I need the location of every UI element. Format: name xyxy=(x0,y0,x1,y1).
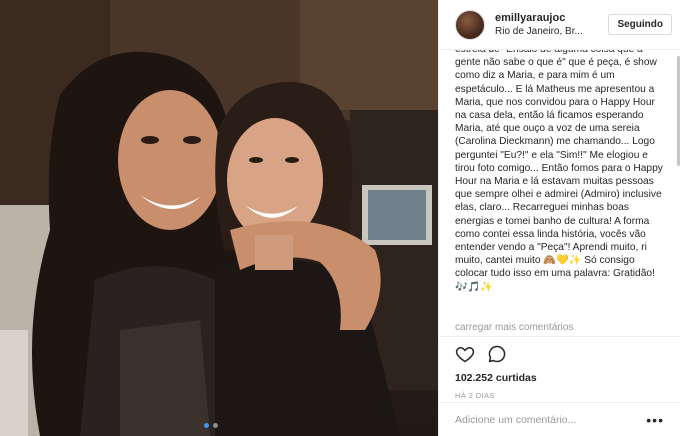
username-link[interactable]: emillyaraujoc xyxy=(495,12,608,24)
avatar[interactable] xyxy=(455,9,485,40)
like-count[interactable]: 102.252 curtidas xyxy=(455,372,664,384)
action-icons xyxy=(455,343,664,365)
comment-input[interactable] xyxy=(455,413,647,426)
speech-bubble-icon[interactable] xyxy=(487,344,507,364)
carousel-dot-active xyxy=(204,423,209,428)
comment-bar: ••• xyxy=(439,402,680,436)
author-info: emillyaraujoc Rio de Janeiro, Br... xyxy=(495,12,608,37)
caption-scroll-area[interactable]: estreia de "Ensaio de alguma coisa que a… xyxy=(455,50,674,320)
carousel-dot xyxy=(213,423,218,428)
location-link[interactable]: Rio de Janeiro, Br... xyxy=(495,26,608,37)
more-options-icon[interactable]: ••• xyxy=(646,413,664,427)
post-header: emillyaraujoc Rio de Janeiro, Br... Segu… xyxy=(439,0,680,50)
post-actions: 102.252 curtidas HÁ 2 DIAS xyxy=(439,336,680,400)
load-more-comments-link[interactable]: carregar mais comentários xyxy=(455,322,573,333)
heart-icon[interactable] xyxy=(455,344,475,364)
post-timestamp: HÁ 2 DIAS xyxy=(455,391,495,400)
post-sidebar: emillyaraujoc Rio de Janeiro, Br... Segu… xyxy=(438,0,680,436)
post-caption: estreia de "Ensaio de alguma coisa que a… xyxy=(455,50,663,293)
photo-illustration xyxy=(0,0,438,436)
post-photo[interactable] xyxy=(0,0,438,436)
following-button[interactable]: Seguindo xyxy=(608,14,672,35)
carousel-indicator xyxy=(204,423,218,428)
